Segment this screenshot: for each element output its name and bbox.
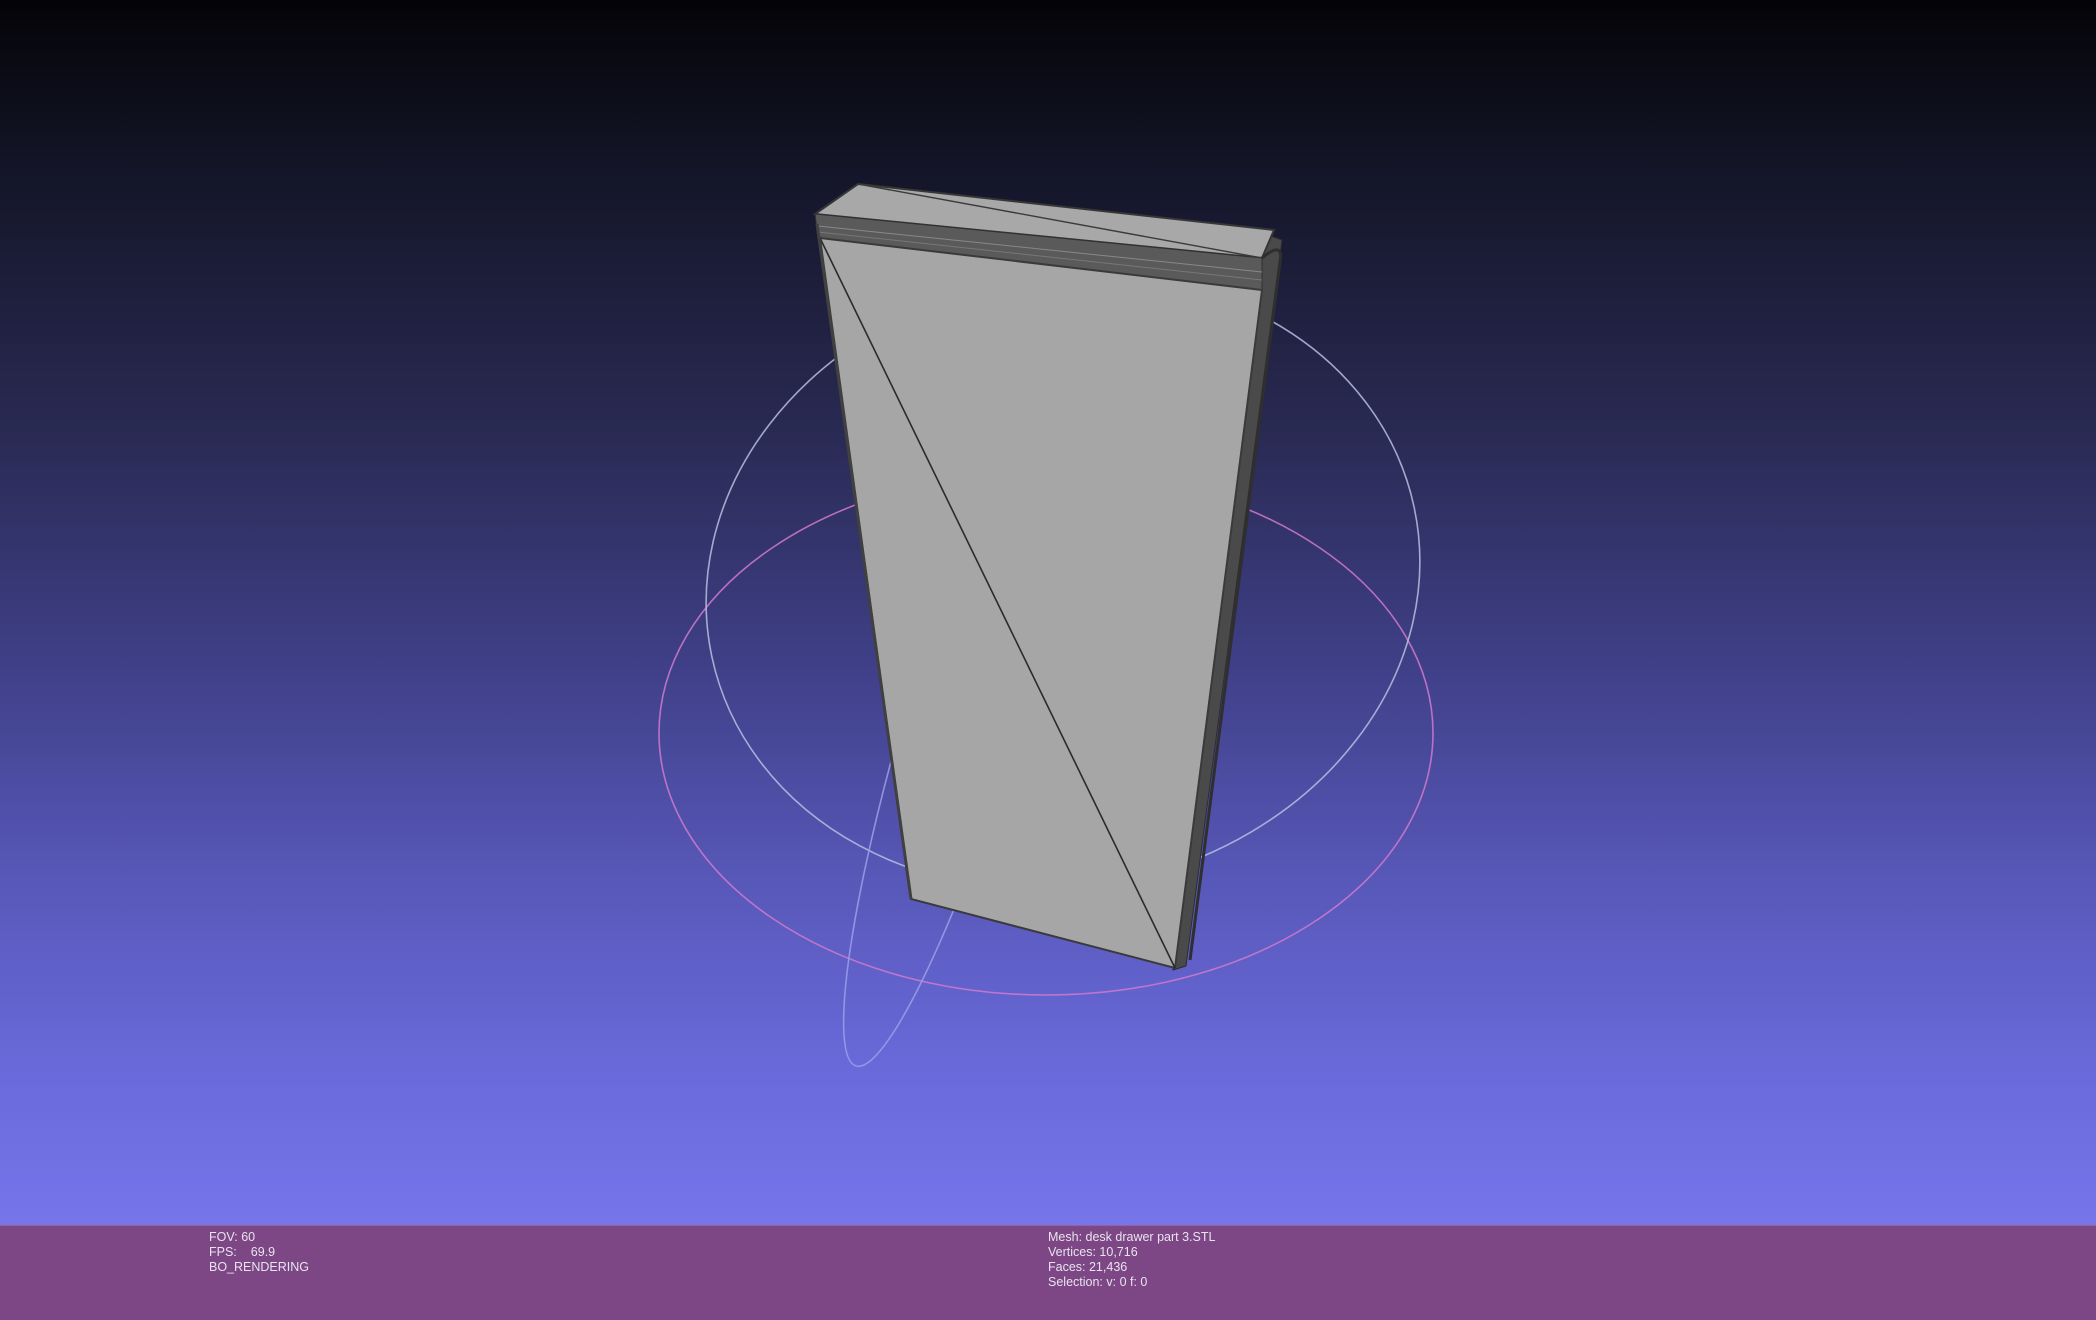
faces-count-label: Faces: 21,436 [1048, 1260, 1128, 1274]
mesh-name-label: Mesh: desk drawer part 3.STL [1048, 1230, 1216, 1244]
status-info-bar: FOV: 60 FPS: 69.9 BO_RENDERING Mesh: desk… [0, 1225, 2096, 1320]
vertices-count-label: Vertices: 10,716 [1048, 1245, 1138, 1259]
3d-viewport[interactable] [0, 0, 2096, 1225]
selection-label: Selection: v: 0 f: 0 [1048, 1275, 1148, 1289]
fov-readout: FOV: 60 [209, 1230, 309, 1245]
fps-readout: FPS: 69.9 [209, 1245, 309, 1260]
fov-label: FOV: [209, 1230, 238, 1244]
fov-value: 60 [241, 1230, 256, 1244]
scene-canvas[interactable] [0, 0, 2096, 1225]
fps-value: 69.9 [250, 1245, 276, 1259]
fps-label: FPS: [209, 1245, 237, 1259]
render-mode-label: BO_RENDERING [209, 1260, 310, 1274]
mesh-info-panel: Mesh: desk drawer part 3.STL Vertices: 1… [1048, 1230, 1215, 1290]
viewer-info-panel: FOV: 60 FPS: 69.9 BO_RENDERING [209, 1230, 309, 1275]
